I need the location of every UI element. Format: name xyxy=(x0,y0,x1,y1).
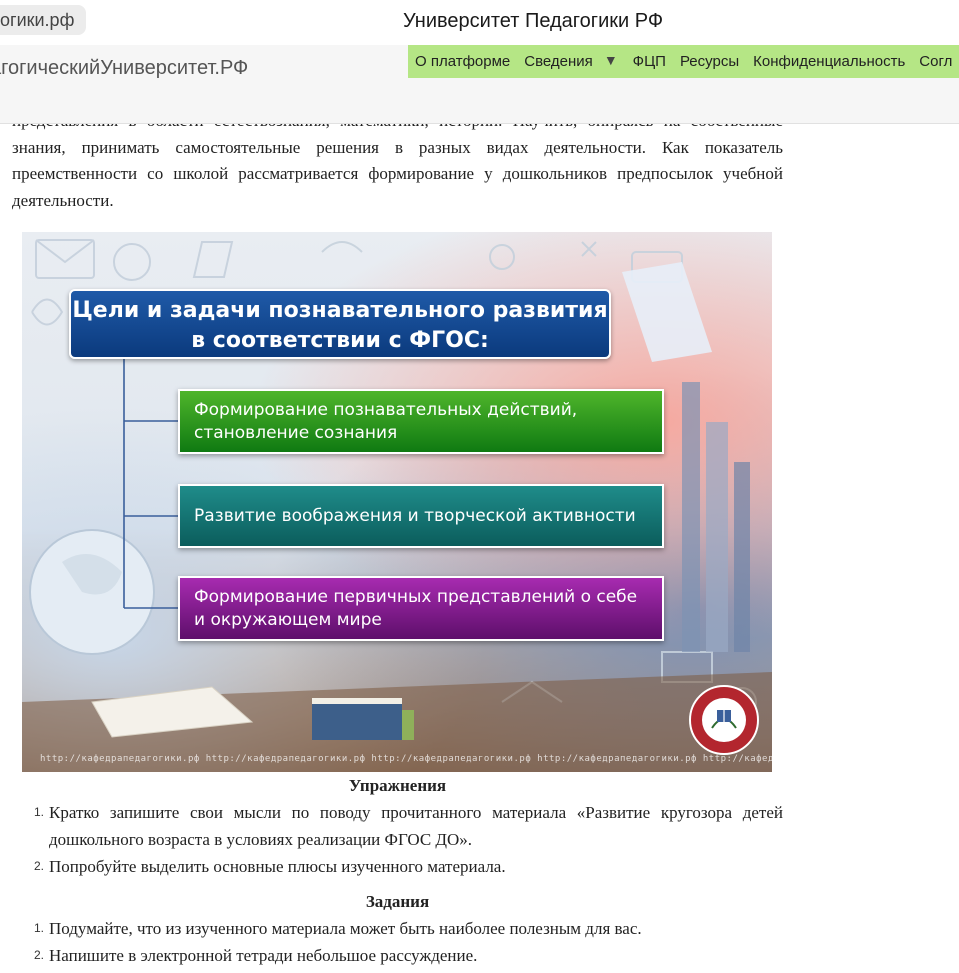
list-item: 1. Кратко запишите свои мысли по поводу … xyxy=(12,799,783,853)
slide-title-banner: Цели и задачи познавательного развития в… xyxy=(69,289,611,359)
site-header: агогическийУниверситет.РФ О платформе Св… xyxy=(0,45,959,124)
tasks-list: 1. Подумайте, что из изученного материал… xyxy=(12,915,783,969)
main-nav: О платформе Сведения ▼ ФЦП Ресурсы Конфи… xyxy=(408,45,959,78)
nav-item-resources[interactable]: Ресурсы xyxy=(673,45,746,78)
nav-item-info[interactable]: Сведения xyxy=(517,45,600,78)
nav-item-agreement[interactable]: Согл xyxy=(912,45,959,78)
article-viewport: представления в области естествознания, … xyxy=(0,123,959,223)
article-paragraph: представления в области естествознания, … xyxy=(12,123,783,210)
site-brand-link[interactable]: агогическийУниверситет.РФ xyxy=(0,57,248,80)
slide-goal-bar-3: Формирование первичных представлений о с… xyxy=(178,576,664,641)
list-item-number: 2. xyxy=(34,948,45,962)
list-item-number: 1. xyxy=(34,805,45,819)
list-item-text: Кратко запишите свои мысли по поводу про… xyxy=(49,803,783,849)
site-title: Университет Педагогики РФ xyxy=(403,10,664,32)
nav-item-about[interactable]: О платформе xyxy=(408,45,517,78)
browser-tab[interactable]: огики.рф xyxy=(0,5,87,35)
list-item-text: Попробуйте выделить основные плюсы изуче… xyxy=(49,857,506,876)
university-seal-logo xyxy=(689,685,759,755)
chevron-down-icon[interactable]: ▼ xyxy=(600,45,626,78)
list-item: 2. Напишите в электронной тетради неболь… xyxy=(12,942,783,969)
list-item: 1. Подумайте, что из изученного материал… xyxy=(12,915,783,942)
nav-item-privacy[interactable]: Конфиденциальность xyxy=(746,45,912,78)
nav-item-fcp[interactable]: ФЦП xyxy=(626,45,673,78)
list-item-text: Напишите в электронной тетради небольшое… xyxy=(49,946,478,965)
tasks-heading: Задания xyxy=(365,892,430,911)
list-item-text: Подумайте, что из изученного материала м… xyxy=(49,919,642,938)
exercises-list: 1. Кратко запишите свои мысли по поводу … xyxy=(12,799,783,880)
exercises-heading: Упражнения xyxy=(348,776,447,795)
list-item-number: 1. xyxy=(34,921,45,935)
slide-watermark: http://кафедрапедагогики.рф http://кафед… xyxy=(40,754,772,764)
article-slide-image: Цели и задачи познавательного развития в… xyxy=(22,232,772,772)
slide-goal-bar-1: Формирование познавательных действий, ст… xyxy=(178,389,664,454)
top-strip: огики.рф Университет Педагогики РФ xyxy=(0,0,959,45)
slide-goal-bar-2: Развитие воображения и творческой активн… xyxy=(178,484,664,548)
list-item: 2. Попробуйте выделить основные плюсы из… xyxy=(12,853,783,880)
list-item-number: 2. xyxy=(34,859,45,873)
